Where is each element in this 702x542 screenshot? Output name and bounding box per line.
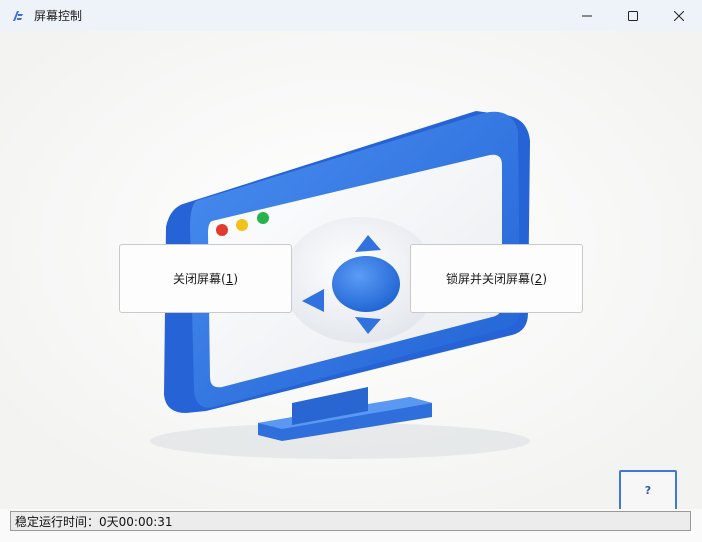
close-screen-button[interactable]: 关闭屏幕(1) (119, 244, 292, 313)
lock-close-label-end: ) (542, 271, 547, 286)
lock-and-close-screen-button[interactable]: 锁屏并关闭屏幕(2) (410, 244, 583, 313)
lock-close-hotkey: 2 (534, 271, 543, 286)
title-bar[interactable]: 屏幕控制 (0, 0, 702, 31)
caption-buttons (564, 0, 702, 31)
window-title: 屏幕控制 (34, 9, 83, 23)
minimize-icon (582, 15, 592, 16)
maximize-button[interactable] (610, 0, 656, 31)
lock-close-label: 锁屏并关闭屏幕( (445, 272, 535, 286)
app-logo-icon (10, 8, 26, 24)
minimize-button[interactable] (564, 0, 610, 31)
maximize-icon (628, 10, 638, 21)
close-screen-label: 关闭屏幕( (172, 272, 226, 286)
close-button[interactable] (656, 0, 702, 31)
close-screen-hotkey: 1 (225, 271, 234, 286)
close-screen-label-end: ) (233, 271, 238, 286)
status-bar: 稳定运行时间：0天00:00:31 (10, 511, 691, 531)
main-content: 关闭屏幕(1) 锁屏并关闭屏幕(2) ? (0, 31, 702, 509)
close-icon (674, 10, 684, 21)
app-window: 屏幕控制 关闭屏幕(1) 锁屏并关闭屏幕(2) ? 稳定运行时间：0天0… (0, 0, 702, 542)
monitor-illustration (0, 31, 702, 509)
help-button[interactable]: ? (619, 470, 677, 509)
uptime-text: 稳定运行时间：0天00:00:31 (15, 514, 173, 529)
